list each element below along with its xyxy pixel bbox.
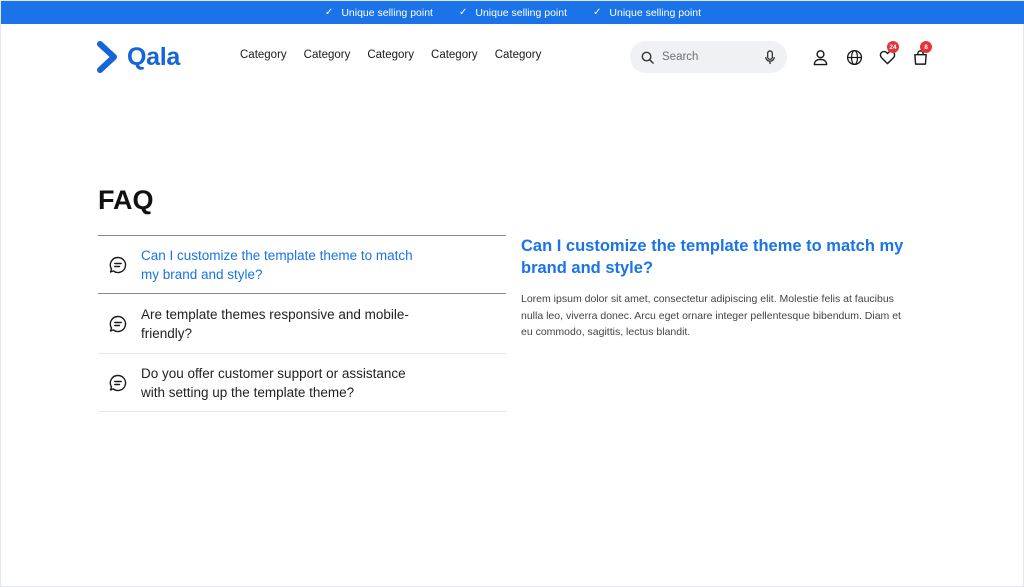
logo[interactable]: Qala <box>97 41 180 73</box>
logo-chevron-icon <box>97 41 117 73</box>
usp-item: ✓ Unique selling point <box>325 7 433 19</box>
search-icon[interactable] <box>641 51 654 64</box>
cart-button[interactable]: 8 <box>912 41 932 66</box>
nav-category-5[interactable]: Category <box>495 49 542 61</box>
chat-bubble-icon <box>109 374 127 391</box>
usp-item: ✓ Unique selling point <box>459 7 567 19</box>
page-title: FAQ <box>98 185 154 215</box>
check-icon: ✓ <box>324 6 334 18</box>
faq-item[interactable]: Do you offer customer support or assista… <box>98 353 506 412</box>
faq-question: Are template themes responsive and mobil… <box>141 306 409 341</box>
check-icon: ✓ <box>593 6 602 18</box>
check-icon: ✓ <box>458 6 468 18</box>
wishlist-button[interactable]: 24 <box>879 41 899 66</box>
search-bar <box>630 41 787 73</box>
cart-count-badge: 8 <box>920 41 932 53</box>
usp-text: Unique selling point <box>609 6 702 19</box>
nav-category-1[interactable]: Category <box>240 49 287 61</box>
nav-category-3[interactable]: Category <box>367 49 414 61</box>
usp-item: ✓ Unique selling point <box>593 7 701 19</box>
answer-title: Can I customize the template theme to ma… <box>521 237 904 277</box>
chat-bubble-icon <box>109 256 127 273</box>
main-nav: Category Category Category Category Cate… <box>240 49 541 61</box>
answer-body: Lorem ipsum dolor sit amet, consectetur … <box>521 293 901 338</box>
nav-category-4[interactable]: Category <box>431 49 478 61</box>
wishlist-count-badge: 24 <box>887 41 899 53</box>
search-input[interactable] <box>662 51 748 63</box>
usp-bar: ✓ Unique selling point ✓ Unique selling … <box>1 1 1024 24</box>
usp-text: Unique selling point <box>341 6 433 19</box>
microphone-icon[interactable] <box>764 49 776 65</box>
faq-item[interactable]: Can I customize the template theme to ma… <box>98 235 506 294</box>
globe-icon[interactable] <box>846 49 863 66</box>
faq-item[interactable]: Are template themes responsive and mobil… <box>98 294 506 353</box>
faq-question: Do you offer customer support or assista… <box>141 365 406 400</box>
logo-text: Qala <box>127 42 180 71</box>
nav-category-2[interactable]: Category <box>304 49 351 61</box>
faq-question: Can I customize the template theme to ma… <box>141 247 413 282</box>
usp-text: Unique selling point <box>475 6 568 19</box>
faq-list: Can I customize the template theme to ma… <box>98 235 506 412</box>
user-icon[interactable] <box>812 49 829 66</box>
chat-bubble-icon <box>109 315 127 332</box>
site-header: Qala Category Category Category Category… <box>1 24 1024 90</box>
